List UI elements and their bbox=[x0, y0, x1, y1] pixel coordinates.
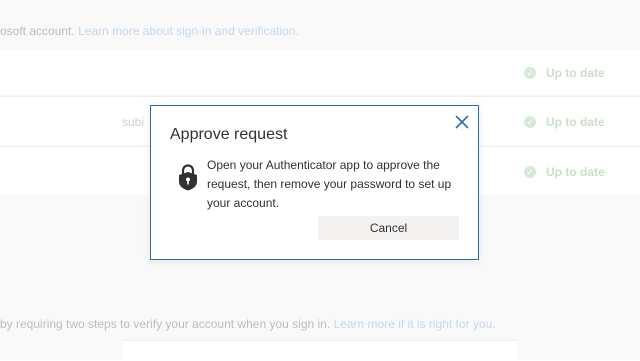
cancel-button[interactable]: Cancel bbox=[318, 216, 459, 240]
status-row-2: ✓ Up to date bbox=[524, 115, 605, 129]
intro-link[interactable]: Learn more about sign-in and verificatio… bbox=[78, 24, 299, 38]
two-step-link[interactable]: Learn more if it is right for you. bbox=[334, 317, 496, 331]
intro-paragraph: osoft account. Learn more about sign-in … bbox=[0, 24, 299, 38]
status-label: Up to date bbox=[546, 165, 605, 179]
approve-request-dialog: Approve request Open your Authenticator … bbox=[150, 105, 479, 260]
close-icon[interactable] bbox=[452, 112, 472, 132]
status-label: Up to date bbox=[546, 115, 605, 129]
dialog-title: Approve request bbox=[170, 126, 288, 143]
bg-panel bbox=[122, 340, 518, 361]
row-2-fragment: subi bbox=[122, 115, 145, 129]
lock-icon bbox=[179, 164, 197, 191]
dialog-message: Open your Authenticator app to approve t… bbox=[207, 158, 452, 210]
check-circle-icon: ✓ bbox=[524, 166, 536, 178]
intro-text: osoft account. bbox=[0, 24, 75, 38]
two-step-text: by requiring two steps to verify your ac… bbox=[0, 317, 331, 331]
status-row-1: ✓ Up to date bbox=[524, 66, 605, 80]
check-circle-icon: ✓ bbox=[524, 67, 536, 79]
check-circle-icon: ✓ bbox=[524, 116, 536, 128]
status-row-3: ✓ Up to date bbox=[524, 165, 605, 179]
two-step-paragraph: by requiring two steps to verify your ac… bbox=[0, 317, 496, 331]
status-label: Up to date bbox=[546, 66, 605, 80]
